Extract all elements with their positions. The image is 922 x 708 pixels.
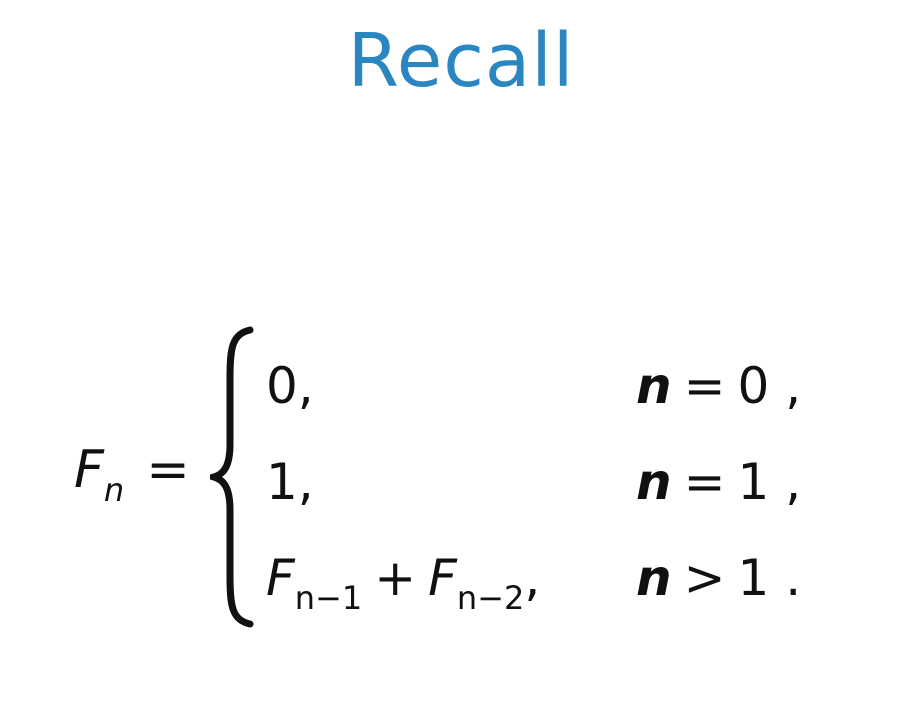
- lhs-symbol: F: [74, 440, 104, 500]
- condition-rhs: 1 .: [737, 549, 802, 607]
- case-value-2: Fn−1 + Fn−2,: [266, 548, 540, 628]
- case-value-0: 0,: [266, 357, 314, 415]
- term2-symbol: F: [428, 549, 457, 607]
- term2-subscript: n−2: [456, 579, 525, 617]
- term1-subscript: n−1: [294, 579, 363, 617]
- case-condition-2: n >1 .: [636, 548, 801, 608]
- lhs-subscript: n: [103, 471, 125, 509]
- term1-symbol: F: [266, 549, 295, 607]
- condition-rhs: 0 ,: [737, 357, 802, 415]
- left-brace-icon: [210, 326, 254, 628]
- condition-op: =: [683, 453, 726, 511]
- trailing-comma: ,: [524, 549, 541, 607]
- case-condition-0: n = 0 ,: [636, 356, 801, 416]
- case-condition-1: n = 1 ,: [636, 452, 801, 512]
- slide-title: Recall: [347, 18, 575, 104]
- case-value-1: 1,: [266, 453, 314, 511]
- condition-var: n: [636, 453, 672, 511]
- plus-sign: +: [374, 549, 417, 607]
- condition-op: =: [683, 357, 726, 415]
- condition-var: n: [636, 357, 672, 415]
- condition-var: n: [636, 549, 672, 607]
- condition-rhs: 1 ,: [737, 453, 802, 511]
- equals-sign: =: [146, 440, 190, 500]
- formula-lhs: Fn =: [74, 440, 190, 520]
- condition-op: >: [683, 549, 726, 607]
